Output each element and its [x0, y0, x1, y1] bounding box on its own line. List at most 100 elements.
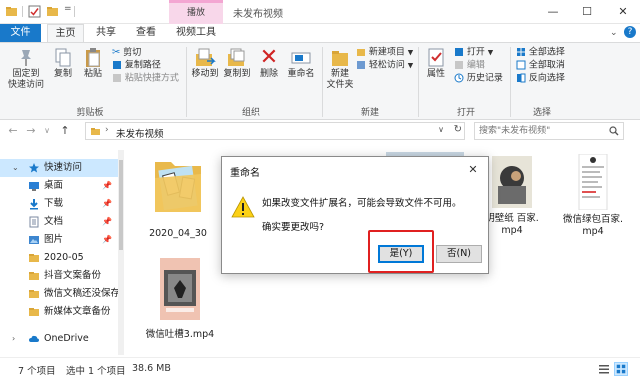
tab-video-tools[interactable]: 视频工具	[170, 24, 222, 42]
file-item[interactable]: 2020_04_30	[140, 152, 216, 240]
maximize-button[interactable]: ☐	[570, 0, 604, 24]
nav-item-douyin-backup[interactable]: 抖音文案备份	[0, 267, 118, 285]
properties-label: 属性	[426, 69, 445, 79]
open-button[interactable]: 打开 ▼	[454, 47, 493, 59]
dialog-message: 如果改变文件扩展名，可能会导致文件不可用。	[262, 198, 462, 209]
file-item[interactable]: 明壁纸 百家. mp4	[480, 156, 544, 237]
paste-shortcut-button[interactable]: 粘贴快捷方式	[112, 73, 179, 85]
edit-button[interactable]: 编辑	[454, 60, 485, 72]
select-all-button[interactable]: 全部选择	[516, 47, 565, 59]
expand-chevron-icon[interactable]: ›	[12, 330, 15, 348]
tab-share[interactable]: 共享	[88, 24, 124, 42]
address-field[interactable]: › 未发布视频 ∨ ↻	[85, 122, 465, 140]
invert-selection-button[interactable]: 反向选择	[516, 73, 565, 85]
nav-item-downloads[interactable]: 下载 📌	[0, 195, 118, 213]
history-icon	[454, 73, 464, 83]
contextual-tab-play[interactable]: 播放	[169, 0, 223, 24]
address-dropdown-icon[interactable]: ∨	[438, 125, 444, 134]
up-button[interactable]: ↑	[58, 123, 72, 139]
pin-icon[interactable]: 📌	[102, 195, 112, 213]
history-button[interactable]: 历史记录	[454, 73, 503, 85]
selection-size: 38.6 MB	[132, 363, 171, 374]
nav-scrollbar[interactable]	[118, 150, 124, 355]
pin-icon[interactable]: 📌	[102, 177, 112, 195]
select-group-label: 选择	[532, 108, 551, 118]
new-folder-icon[interactable]	[46, 5, 59, 18]
open-icon	[455, 48, 463, 56]
dialog-question: 确实要更改吗?	[262, 222, 325, 233]
select-none-button[interactable]: 全部取消	[516, 60, 565, 72]
dialog-title-bar: 重命名 ✕	[222, 157, 488, 183]
nav-item-onedrive[interactable]: › OneDrive	[0, 330, 118, 348]
nav-label: 快速访问	[44, 162, 83, 173]
file-name: 微信吐槽3.mp4	[145, 329, 215, 340]
copy-icon	[55, 48, 71, 67]
nav-item-documents[interactable]: 文档 📌	[0, 213, 118, 231]
details-view-icon[interactable]	[598, 363, 610, 375]
forward-button[interactable]: →	[24, 123, 38, 139]
cut-button[interactable]: ✂ 剪切	[112, 47, 141, 59]
breadcrumb-chevron-icon: ›	[105, 125, 109, 135]
tab-file[interactable]: 文件	[0, 24, 41, 42]
recent-locations-button[interactable]: ∨	[40, 123, 54, 139]
copy-to-button[interactable]: 复制到	[222, 47, 252, 80]
easy-access-button[interactable]: 轻松访问 ▼	[356, 60, 413, 72]
new-item-button[interactable]: 新建项目 ▼	[356, 47, 413, 59]
nav-item-new-media-backup[interactable]: 新媒体文章备份	[0, 303, 118, 321]
new-folder-label-2: 文件夹	[326, 80, 354, 90]
nav-item-desktop[interactable]: 桌面 📌	[0, 177, 118, 195]
properties-button[interactable]: 属性	[422, 47, 450, 80]
search-box[interactable]	[474, 122, 624, 140]
content-scrollbar[interactable]	[630, 150, 640, 355]
refresh-icon[interactable]: ↻	[454, 124, 462, 135]
pin-icon[interactable]: 📌	[102, 231, 112, 249]
rename-button[interactable]: 重命名	[284, 47, 318, 80]
move-to-button[interactable]: 移动到	[190, 47, 220, 80]
new-item-dropdown-icon: ▼	[407, 48, 414, 57]
tab-view[interactable]: 查看	[128, 24, 164, 42]
minimize-button[interactable]: —	[536, 0, 570, 24]
large-icons-view-icon[interactable]	[614, 362, 628, 376]
back-button[interactable]: ←	[6, 123, 20, 139]
easy-access-label: 轻松访问	[368, 60, 405, 71]
rename-label: 重命名	[287, 69, 315, 79]
open-label: 打开	[466, 47, 485, 58]
status-bar: 7 个项目 选中 1 个项目 38.6 MB	[0, 357, 640, 380]
select-all-label: 全部选择	[528, 47, 565, 58]
file-name-ext: mp4	[582, 226, 604, 237]
properties-check-icon[interactable]	[28, 5, 41, 18]
folder-icon	[29, 254, 39, 262]
scissors-icon: ✂	[112, 47, 121, 58]
clipboard-group-label: 剪贴板	[76, 108, 104, 118]
rename-icon	[291, 52, 311, 64]
expand-chevron-icon[interactable]: ⌄	[12, 159, 19, 177]
nav-item-wechat-drafts[interactable]: 微信文稿还没保存	[0, 285, 118, 303]
easy-access-icon	[357, 61, 365, 69]
nav-item-2020-05[interactable]: 2020-05	[0, 249, 118, 267]
edit-label: 编辑	[466, 60, 485, 71]
tab-home[interactable]: 主页	[47, 24, 84, 42]
copy-path-button[interactable]: 复制路径	[112, 60, 161, 72]
search-icon[interactable]	[609, 126, 619, 136]
no-button[interactable]: 否(N)	[436, 245, 482, 263]
delete-button[interactable]: ✕ 删除	[256, 47, 282, 80]
close-button[interactable]: ✕	[606, 0, 640, 24]
dialog-close-button[interactable]: ✕	[458, 157, 488, 183]
copy-path-icon	[113, 61, 121, 69]
nav-item-pictures[interactable]: 图片 📌	[0, 231, 118, 249]
folder-icon	[29, 308, 39, 316]
new-folder-button[interactable]: 新建 文件夹	[324, 47, 356, 91]
nav-item-quick-access[interactable]: ⌄ 快速访问	[0, 159, 118, 177]
paste-button[interactable]: 粘贴	[80, 47, 106, 80]
collapse-ribbon-icon[interactable]: ⌄	[610, 28, 618, 38]
pin-to-quick-access-button[interactable]: 固定到 快速访问	[6, 47, 46, 91]
file-item[interactable]: 微信绿包百家. mp4	[556, 153, 630, 238]
item-count: 7 个项目	[18, 366, 56, 377]
nav-scrollbar-thumb[interactable]	[119, 160, 123, 250]
file-item[interactable]: 微信吐槽3.mp4	[140, 258, 220, 341]
help-icon[interactable]: ?	[624, 26, 636, 38]
copy-button[interactable]: 复制	[50, 47, 76, 80]
search-input[interactable]	[479, 124, 604, 138]
qat-dropdown-icon[interactable]: =	[64, 4, 72, 14]
pin-icon[interactable]: 📌	[102, 213, 112, 231]
